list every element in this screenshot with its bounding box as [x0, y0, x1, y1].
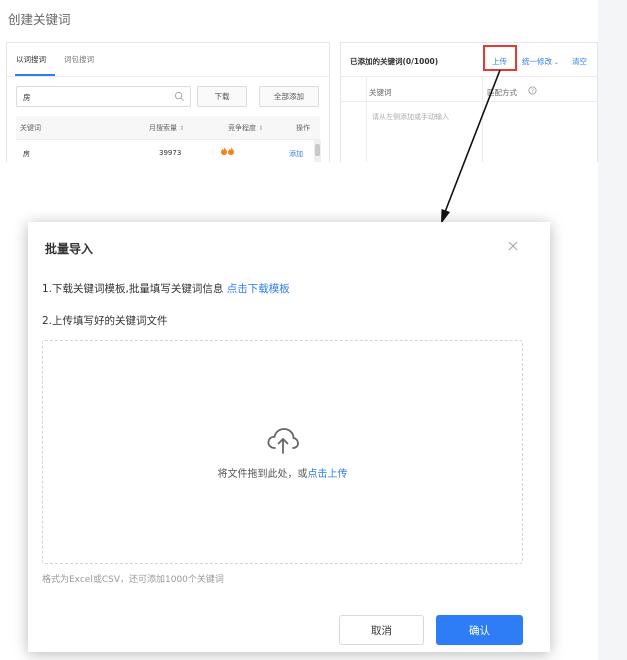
- dialog-title: 批量导入: [45, 242, 94, 256]
- dropzone-instruction: 将文件拖到此处，或: [217, 469, 308, 480]
- step-1: 1.下载关键词模板,批量填写关键词信息 点击下载模板: [42, 281, 290, 296]
- cloud-upload-icon: [267, 428, 299, 454]
- download-template-link[interactable]: 点击下载模板: [227, 283, 290, 295]
- click-upload-link[interactable]: 点击上传: [308, 469, 348, 480]
- file-dropzone[interactable]: 将文件拖到此处，或点击上传: [42, 340, 523, 564]
- step-2: 2.上传填写好的关键词文件: [42, 315, 168, 327]
- cancel-button[interactable]: 取消: [339, 615, 424, 645]
- step-1-text: 1.下载关键词模板,批量填写关键词信息: [42, 283, 224, 295]
- confirm-button[interactable]: 确认: [436, 615, 523, 645]
- format-hint: 格式为Excel或CSV，还可添加1000个关键词: [42, 575, 224, 585]
- close-icon[interactable]: [507, 240, 519, 252]
- batch-import-dialog: 批量导入 1.下载关键词模板,批量填写关键词信息 点击下载模板 2.上传填写好的…: [28, 222, 550, 652]
- dropzone-text: 将文件拖到此处，或点击上传: [43, 465, 522, 480]
